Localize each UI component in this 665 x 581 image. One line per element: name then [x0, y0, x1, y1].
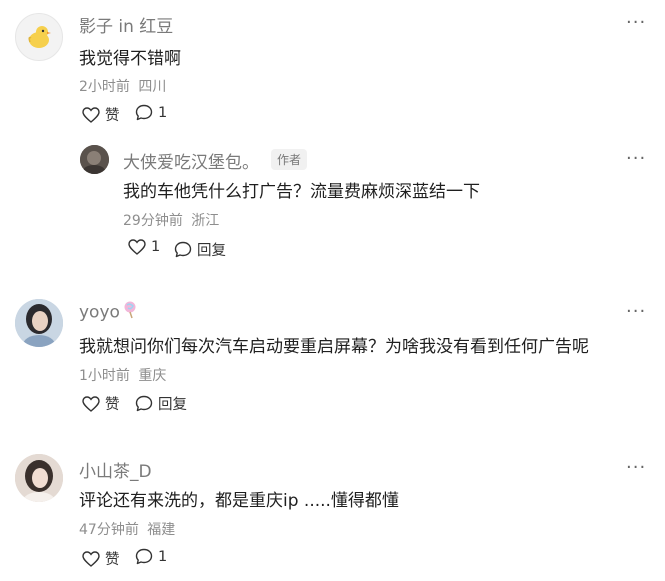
heart-outline-icon	[82, 395, 100, 412]
chat-bubble-icon	[135, 395, 153, 412]
like-label: 赞	[105, 108, 120, 124]
avatar[interactable]	[15, 454, 63, 502]
author-tag-badge: 作者	[271, 149, 308, 170]
comment-time: 47分钟前	[79, 522, 139, 538]
like-label: 赞	[105, 552, 120, 568]
chat-bubble-icon	[135, 104, 153, 121]
comment-text: 我就想问你们每次汽车启动要重启屏幕？为啥我没有看到任何广告呢	[79, 337, 589, 357]
reply-label: 回复	[197, 243, 226, 259]
author-name[interactable]: 小山茶_D	[79, 457, 152, 482]
more-options-icon[interactable]: ···	[626, 14, 646, 32]
avatar[interactable]	[15, 13, 63, 61]
more-options-icon[interactable]: ···	[626, 150, 646, 168]
reply-label: 回复	[158, 397, 187, 413]
comment-meta: 1小时前 重庆	[79, 365, 166, 385]
comment-location: 浙江	[191, 213, 220, 229]
comment-location: 重庆	[138, 368, 167, 384]
reply-button[interactable]: 1	[135, 104, 167, 121]
like-button[interactable]: 1	[128, 239, 160, 255]
reply-count: 1	[158, 548, 168, 565]
like-button[interactable]: 赞	[82, 104, 120, 125]
author-name[interactable]: 影子 in 红豆	[79, 12, 173, 37]
heart-outline-icon	[82, 106, 100, 123]
like-count: 1	[151, 239, 161, 255]
comment-location: 福建	[147, 522, 176, 538]
comment-location: 四川	[138, 79, 167, 95]
chat-bubble-icon	[174, 241, 192, 258]
author-name[interactable]: 大侠爱吃汉堡包。	[123, 148, 259, 173]
like-button[interactable]: 赞	[82, 548, 120, 569]
reply-button[interactable]: 回复	[174, 239, 226, 260]
comment-meta: 47分钟前 福建	[79, 519, 175, 539]
comment-text: 我的车他凭什么打广告？流量费麻烦深蓝结一下	[123, 182, 480, 202]
reply-button[interactable]: 回复	[135, 393, 187, 414]
heart-outline-icon	[82, 550, 100, 567]
comment-meta: 29分钟前 浙江	[123, 210, 219, 230]
reply-count: 1	[158, 104, 168, 121]
avatar[interactable]	[15, 299, 63, 347]
heart-outline-icon	[128, 239, 146, 255]
comment-time: 29分钟前	[123, 213, 183, 229]
like-button[interactable]: 赞	[82, 393, 120, 414]
reply-button[interactable]: 1	[135, 548, 167, 565]
like-label: 赞	[105, 397, 120, 413]
lollipop-emoji-icon	[122, 301, 138, 324]
author-name-text: yoyo	[79, 302, 120, 323]
more-options-icon[interactable]: ···	[626, 459, 646, 477]
comment-text: 评论还有来洗的，都是重庆ip .....懂得都懂	[79, 491, 399, 511]
comment-text: 我觉得不错啊	[79, 49, 181, 69]
comment-meta: 2小时前 四川	[79, 76, 166, 96]
comment-time: 2小时前	[79, 79, 130, 95]
author-name[interactable]: yoyo	[79, 301, 138, 324]
chat-bubble-icon	[135, 548, 153, 565]
more-options-icon[interactable]: ···	[626, 303, 646, 321]
comment-time: 1小时前	[79, 368, 130, 384]
avatar[interactable]	[80, 145, 109, 174]
